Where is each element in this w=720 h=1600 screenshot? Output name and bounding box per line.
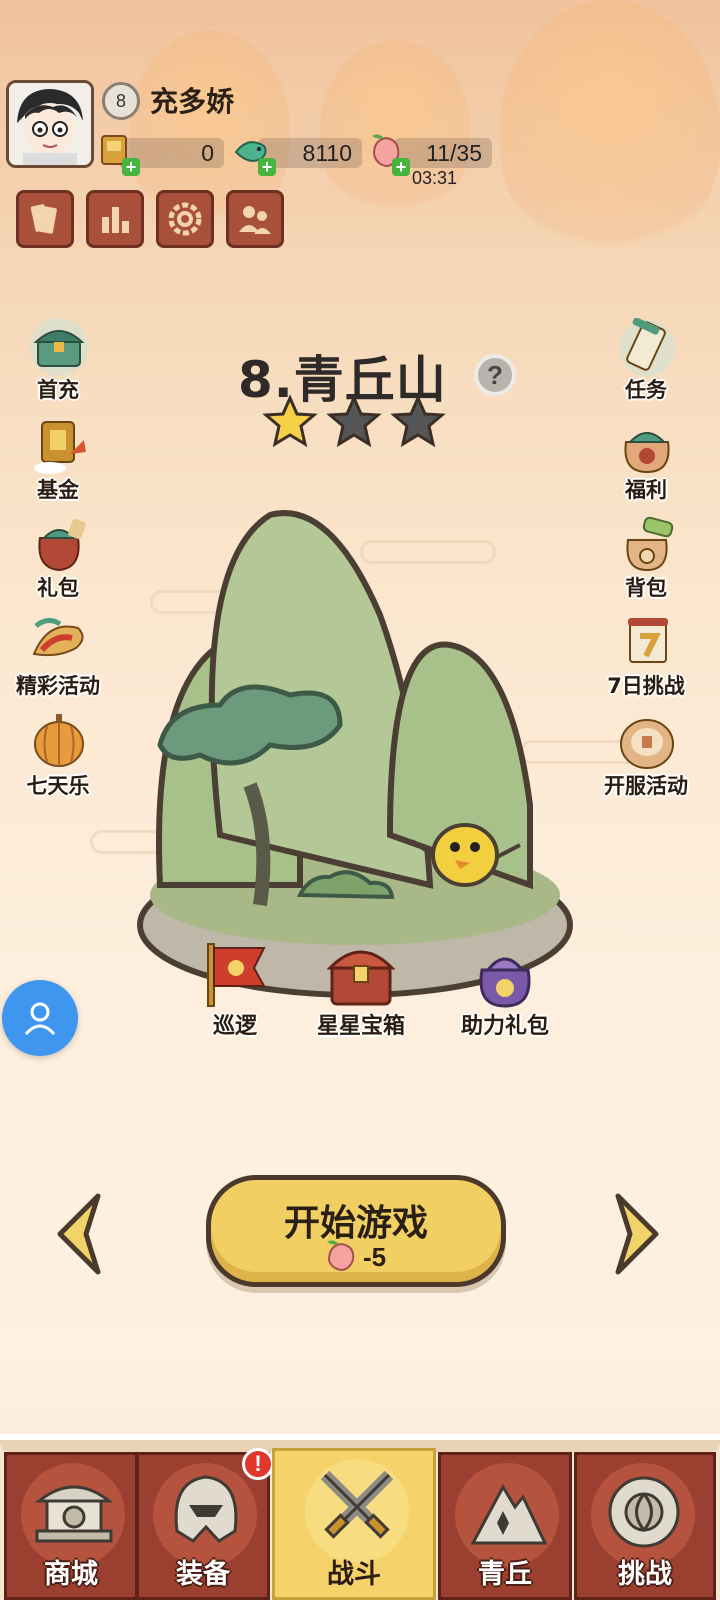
lantern-icon — [34, 714, 84, 767]
gift-bag-icon — [38, 518, 86, 572]
previous-stage-arrow-icon[interactable] — [52, 1190, 108, 1278]
assist-gift-label: 助力礼包 — [460, 1014, 549, 1039]
start-game-cost: -5 — [363, 1242, 387, 1272]
background-lantern — [500, 0, 720, 260]
settings-gear-icon — [168, 202, 202, 236]
tab-battle-label: 战斗 — [327, 1559, 381, 1590]
add-jade-fish-button[interactable]: + — [258, 158, 276, 176]
welfare-bag-icon — [624, 432, 670, 474]
floating-user-button[interactable] — [2, 980, 78, 1056]
assist-gift-button[interactable]: 助力礼包 — [440, 940, 570, 1040]
tasks-label: 任务 — [625, 378, 667, 402]
qingqiu-mountain-icon — [470, 1483, 548, 1545]
backpack-button[interactable]: 背包 — [598, 516, 694, 602]
patrol-flag-icon — [207, 943, 266, 1007]
scroll-icon — [619, 318, 675, 376]
cards-button[interactable] — [16, 190, 74, 248]
ranking-icon — [102, 207, 129, 233]
tab-shop-label: 商城 — [44, 1559, 98, 1590]
star-chest-icon — [326, 950, 396, 1006]
star-chest-label: 星星宝箱 — [316, 1014, 405, 1039]
equipment-alert-badge: ! — [242, 1448, 274, 1480]
next-stage-arrow-icon[interactable] — [608, 1190, 664, 1278]
fund-scroll-icon — [34, 421, 86, 474]
seven-days-label: 七天乐 — [26, 774, 90, 798]
server-drum-icon — [620, 719, 674, 769]
tab-challenge[interactable]: 挑战 — [574, 1452, 716, 1600]
fund-button[interactable]: 基金 — [10, 418, 106, 504]
backpack-icon — [626, 516, 674, 572]
settings-button[interactable] — [156, 190, 214, 248]
fund-label: 基金 — [37, 478, 79, 502]
stamina-timer: 03:31 — [412, 168, 458, 188]
tasks-button[interactable]: 任务 — [598, 318, 694, 404]
challenge-banner-icon — [628, 618, 668, 663]
helmet-icon — [174, 1475, 238, 1543]
tab-qingqiu[interactable]: 青丘 — [438, 1452, 572, 1600]
player-level-badge: 8 — [102, 82, 140, 120]
avatar-portrait — [9, 83, 91, 165]
seven-days-button[interactable]: 七天乐 — [10, 714, 106, 800]
tab-shop[interactable]: 商城 — [4, 1452, 138, 1600]
add-gold-ticket-button[interactable]: + — [122, 158, 140, 176]
welfare-button[interactable]: 福利 — [598, 418, 694, 504]
server-event-button[interactable]: 开服活动 — [598, 714, 694, 800]
cards-icon — [30, 204, 57, 234]
stamina-value: 11/35 — [426, 139, 482, 166]
tab-challenge-label: 挑战 — [618, 1559, 672, 1590]
patrol-button[interactable]: 巡逻 — [170, 940, 300, 1040]
ranking-button[interactable] — [86, 190, 144, 248]
star-empty-icon — [390, 394, 446, 448]
help-icon[interactable]: ? — [474, 354, 516, 396]
server-event-label: 开服活动 — [604, 774, 688, 798]
friends-icon — [239, 206, 271, 234]
tab-equipment-label: 装备 — [176, 1559, 230, 1590]
player-avatar[interactable] — [6, 80, 94, 168]
jade-fish-value: 8110 — [302, 139, 352, 166]
events-label: 精彩活动 — [16, 674, 100, 698]
star-earned-icon — [262, 394, 318, 448]
gold-ticket-value: 0 — [201, 139, 214, 166]
first-recharge-label: 首充 — [37, 378, 79, 402]
start-game-button[interactable]: 开始游戏 -5 — [206, 1175, 506, 1287]
patrol-label: 巡逻 — [212, 1014, 257, 1039]
tab-battle[interactable]: 战斗 — [272, 1448, 436, 1600]
tab-qingqiu-label: 青丘 — [478, 1559, 532, 1590]
first-recharge-button[interactable]: 首充 — [10, 318, 106, 404]
seven-day-challenge-button[interactable]: 7日挑战 — [598, 614, 694, 700]
events-button[interactable]: 精彩活动 — [10, 614, 106, 700]
seven-day-challenge-label: 7日挑战 — [607, 674, 685, 698]
stage-mountain-illustration[interactable] — [130, 505, 580, 1005]
add-stamina-button[interactable]: + — [392, 158, 410, 176]
star-empty-icon — [326, 394, 382, 448]
backpack-label: 背包 — [625, 576, 667, 600]
crossed-swords-icon — [320, 1470, 394, 1539]
gift-pack-button[interactable]: 礼包 — [10, 516, 106, 602]
dragon-event-icon — [32, 618, 84, 657]
shop-pavilion-icon — [34, 1485, 114, 1543]
peach-cost-icon — [327, 1240, 355, 1272]
user-icon — [24, 1002, 56, 1036]
challenge-drum-icon — [608, 1476, 680, 1548]
star-chest-button[interactable]: 星星宝箱 — [296, 940, 426, 1040]
welfare-label: 福利 — [625, 478, 667, 502]
gift-pack-label: 礼包 — [37, 576, 79, 600]
assist-gift-bag-icon — [479, 957, 531, 1008]
friends-button[interactable] — [226, 190, 284, 248]
treasure-chest-icon — [30, 318, 88, 376]
player-name: 充多娇 — [150, 85, 235, 118]
